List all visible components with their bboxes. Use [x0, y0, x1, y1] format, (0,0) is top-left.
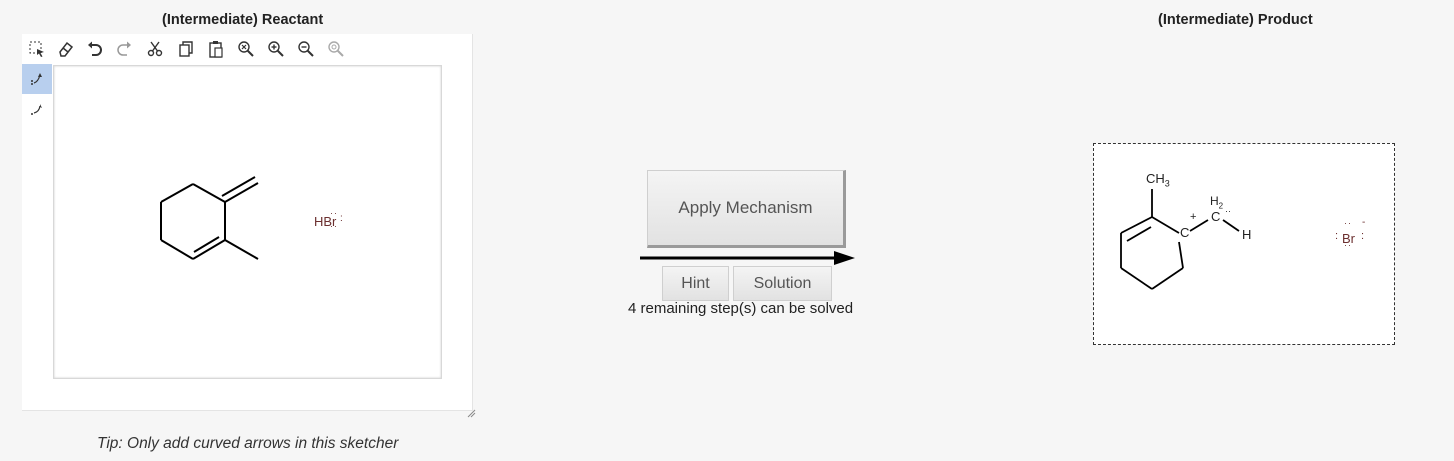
lone-pair-dots: :: [1335, 230, 1339, 242]
lone-pair-dots: ··: [1344, 218, 1352, 228]
sketcher-tip: Tip: Only add curved arrows in this sket…: [97, 435, 399, 452]
reactant-molecule: [160, 176, 259, 260]
hint-button[interactable]: Hint: [662, 266, 729, 301]
product-canvas: CH3 C + H2 C ·· H : Br : ·· ·· -: [1093, 143, 1395, 345]
positive-charge: +: [1190, 211, 1197, 223]
carbocation-carbon: C: [1180, 225, 1190, 240]
select-icon[interactable]: [26, 38, 48, 60]
curved-arrow-electron-pair-icon[interactable]: [22, 64, 52, 94]
apply-mechanism-button[interactable]: Apply Mechanism: [647, 170, 846, 248]
lone-pair-dots: ··: [1344, 240, 1352, 250]
product-title: (Intermediate) Product: [1158, 12, 1313, 28]
zoom-out-icon[interactable]: [295, 38, 317, 60]
curved-arrow-single-electron-icon[interactable]: [22, 94, 52, 124]
ch2-carbon: C: [1211, 209, 1221, 224]
zoom-reset-icon[interactable]: [325, 38, 347, 60]
reactant-title: (Intermediate) Reactant: [162, 12, 324, 28]
lone-pair-dots: :: [340, 213, 343, 224]
eraser-icon[interactable]: [55, 38, 77, 60]
lone-pair-dots: ··: [330, 208, 338, 218]
solution-button[interactable]: Solution: [733, 266, 832, 301]
paste-icon[interactable]: [205, 38, 227, 60]
negative-charge: -: [1362, 217, 1366, 228]
ch2-h: H: [1210, 194, 1219, 208]
resize-handle[interactable]: [466, 405, 476, 418]
bromide-ion: : Br : ·· ·· -: [1335, 217, 1365, 250]
hydrogen-label: H: [1242, 227, 1252, 242]
lone-pair-dots: ··: [330, 221, 338, 231]
redo-icon[interactable]: [113, 38, 135, 60]
radical-dots: ··: [1225, 206, 1231, 216]
cut-icon[interactable]: [144, 38, 166, 60]
reagent-hbr: HBr ·· ·· :: [314, 208, 343, 231]
undo-icon[interactable]: [84, 38, 106, 60]
remaining-steps-text: 4 remaining step(s) can be solved: [628, 300, 854, 317]
drawing-canvas[interactable]: HBr ·· ·· :: [53, 65, 442, 379]
lone-pair-dots: :: [1361, 230, 1365, 242]
zoom-in-icon[interactable]: [265, 38, 287, 60]
methyl-subscript: 3: [1164, 178, 1170, 189]
methyl-ch: CH: [1146, 171, 1165, 186]
clear-icon[interactable]: [235, 38, 257, 60]
copy-icon[interactable]: [175, 38, 197, 60]
methyl-label: CH3: [1146, 171, 1170, 189]
